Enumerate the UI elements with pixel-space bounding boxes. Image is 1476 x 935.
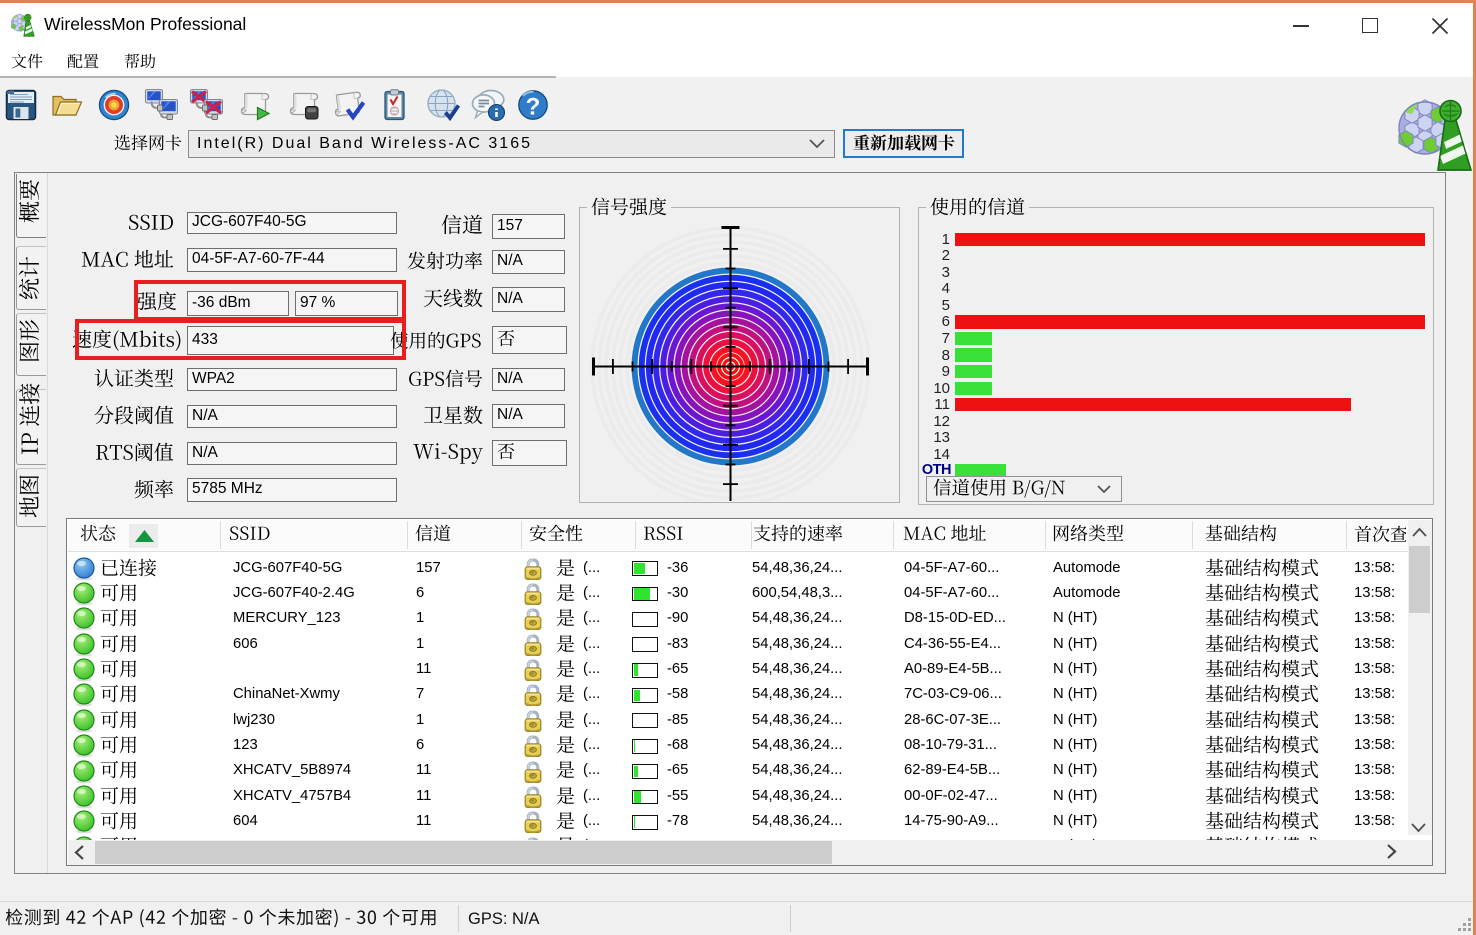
svg-text:?: ? (525, 94, 540, 121)
